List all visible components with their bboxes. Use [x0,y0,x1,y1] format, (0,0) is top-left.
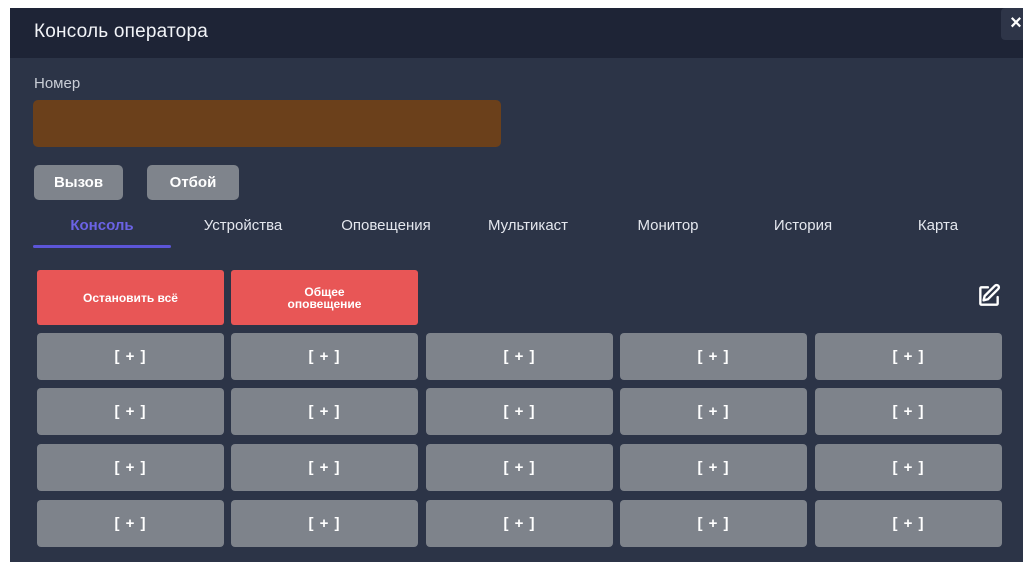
active-tab-indicator [33,245,171,248]
general-broadcast-label: Общее оповещение [287,284,362,311]
add-slot-button[interactable]: [ + ] [815,500,1002,547]
tab-monitor[interactable]: Монитор [623,217,713,234]
number-label: Номер [34,75,81,92]
add-slot-button[interactable]: [ + ] [620,500,807,547]
add-slot-button[interactable]: [ + ] [620,333,807,380]
dialog-title: Консоль оператора [34,21,208,42]
tab-history[interactable]: История [758,217,848,234]
add-slot-button[interactable]: [ + ] [231,500,418,547]
tab-console[interactable]: Консоль [33,217,171,234]
add-slot-button[interactable]: [ + ] [37,500,224,547]
edit-icon[interactable] [976,283,1002,309]
tab-bar: Консоль Устройства Оповещения Мультикаст… [33,213,1008,253]
stop-all-button[interactable]: Остановить всё [37,270,224,325]
add-slot-button[interactable]: [ + ] [231,444,418,491]
number-input[interactable] [33,100,501,147]
tab-multicast[interactable]: Мультикаст [473,217,583,234]
add-slot-button[interactable]: [ + ] [37,333,224,380]
add-slot-button[interactable]: [ + ] [620,444,807,491]
add-slot-button[interactable]: [ + ] [426,500,613,547]
add-slot-button[interactable]: [ + ] [815,333,1002,380]
add-slot-button[interactable]: [ + ] [620,388,807,435]
close-button[interactable]: × [1001,8,1023,40]
add-slot-button[interactable]: [ + ] [815,388,1002,435]
add-slot-button[interactable]: [ + ] [426,388,613,435]
title-bar: Консоль оператора [10,8,1023,58]
stop-all-label: Остановить всё [83,290,178,305]
add-slot-button[interactable]: [ + ] [815,444,1002,491]
tab-notifications[interactable]: Оповещения [326,217,446,234]
add-slot-button[interactable]: [ + ] [37,444,224,491]
call-button[interactable]: Вызов [34,165,123,200]
operator-console-dialog: Консоль оператора × Номер Вызов Отбой Ко… [10,8,1023,562]
tab-devices[interactable]: Устройства [193,217,293,234]
hangup-button[interactable]: Отбой [147,165,239,200]
tab-map[interactable]: Карта [903,217,973,234]
add-slot-button[interactable]: [ + ] [231,388,418,435]
add-slot-button[interactable]: [ + ] [37,388,224,435]
add-slot-button[interactable]: [ + ] [231,333,418,380]
add-slot-button[interactable]: [ + ] [426,444,613,491]
general-broadcast-button[interactable]: Общее оповещение [231,270,418,325]
add-slot-button[interactable]: [ + ] [426,333,613,380]
